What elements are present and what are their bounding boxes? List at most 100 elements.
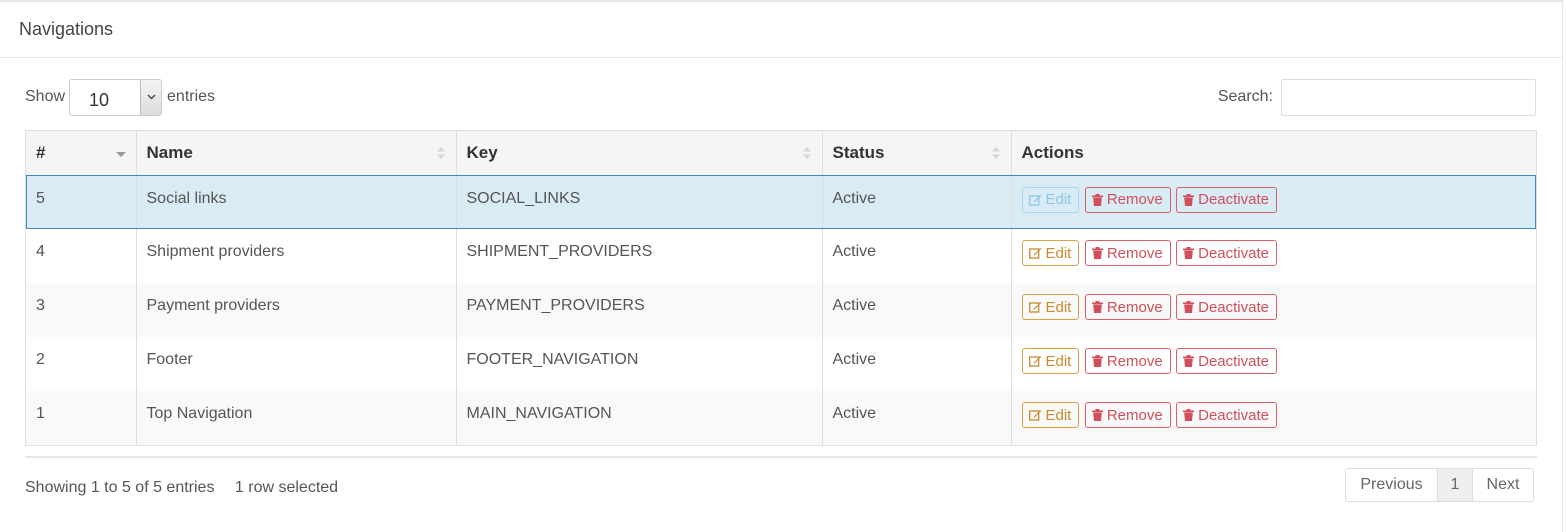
cell-name: Footer [136,337,457,391]
cell-name: Payment providers [136,283,457,337]
trash-icon [1091,247,1103,259]
remove-button[interactable]: Remove [1084,348,1171,374]
cell-key: FOOTER_NAVIGATION [456,337,823,391]
table-header-row: # Name Key Status Actions [26,131,1536,176]
cell-actions: Edit Remove Deactivate [1011,391,1536,445]
trash-icon [1183,193,1195,206]
column-header-key[interactable]: Key [456,131,823,176]
page-1-button[interactable]: 1 [1437,468,1473,502]
search-box: Search: [1218,78,1536,116]
length-menu: Show 10 entries [25,78,215,116]
cell-name: Shipment providers [136,229,457,283]
edit-icon [1028,302,1041,313]
edit-button[interactable]: Edit [1021,348,1080,374]
edit-label: Edit [1045,298,1072,316]
remove-button[interactable]: Remove [1084,402,1171,428]
navigations-panel: Navigations Show 10 entries Search: # Na… [0,0,1563,532]
deactivate-button[interactable]: Deactivate [1176,240,1277,266]
remove-label: Remove [1106,244,1163,262]
search-input[interactable] [1281,78,1536,116]
sort-both-icon [991,147,1000,159]
entries-label: entries [167,88,216,105]
table-toolbar: Show 10 entries Search: [25,78,1536,116]
edit-icon [1028,410,1041,421]
table-row[interactable]: 5 Social links SOCIAL_LINKS Active Edit … [26,175,1536,229]
navigations-table: # Name Key Status Actions 5 Social links… [25,130,1537,446]
cell-actions: Edit Remove Deactivate [1011,229,1536,283]
edit-button[interactable]: Edit [1021,186,1080,213]
cell-id: 4 [26,229,137,283]
table-row[interactable]: 1 Top Navigation MAIN_NAVIGATION Active … [26,391,1536,445]
deactivate-button[interactable]: Deactivate [1176,402,1277,428]
sort-desc-icon [115,152,126,157]
cell-status: Active [822,391,1012,445]
cell-key: SOCIAL_LINKS [456,175,823,229]
trash-icon [1183,355,1195,367]
column-header-name[interactable]: Name [136,131,457,176]
deactivate-label: Deactivate [1198,244,1269,262]
cell-id: 2 [26,337,137,391]
cell-name: Social links [136,175,457,229]
remove-label: Remove [1106,191,1163,208]
deactivate-button[interactable]: Deactivate [1176,186,1277,213]
deactivate-label: Deactivate [1198,352,1269,370]
cell-id: 3 [26,283,137,337]
remove-button[interactable]: Remove [1084,240,1171,266]
cell-actions: Edit Remove Deactivate [1011,175,1536,229]
entries-select[interactable]: 10 [69,78,163,116]
edit-icon [1028,248,1041,259]
remove-label: Remove [1106,352,1163,370]
footer-divider [25,456,1537,458]
edit-label: Edit [1045,406,1072,424]
remove-button[interactable]: Remove [1084,186,1171,213]
trash-icon [1091,409,1103,421]
previous-page-button[interactable]: Previous [1345,468,1438,502]
chevron-down-icon [140,79,162,115]
sort-both-icon [436,147,445,159]
cell-name: Top Navigation [136,391,457,445]
cell-status: Active [822,283,1012,337]
trash-icon [1183,247,1195,259]
deactivate-button[interactable]: Deactivate [1176,294,1277,320]
selection-info: 1 row selected [234,479,339,496]
edit-label: Edit [1045,244,1072,262]
edit-label: Edit [1045,191,1072,208]
cell-actions: Edit Remove Deactivate [1011,337,1536,391]
deactivate-label: Deactivate [1198,298,1269,316]
remove-button[interactable]: Remove [1084,294,1171,320]
edit-button[interactable]: Edit [1021,402,1080,428]
table-row[interactable]: 4 Shipment providers SHIPMENT_PROVIDERS … [26,229,1536,283]
cell-key: PAYMENT_PROVIDERS [456,283,823,337]
column-header-status[interactable]: Status [822,131,1012,176]
next-page-button[interactable]: Next [1472,468,1534,502]
cell-id: 5 [26,175,137,229]
cell-actions: Edit Remove Deactivate [1011,283,1536,337]
entries-info: Showing 1 to 5 of 5 entries [25,479,215,496]
panel-title: Navigations [0,2,1562,58]
column-header-actions: Actions [1011,131,1536,176]
edit-icon [1028,356,1041,367]
trash-icon [1091,193,1103,206]
sort-both-icon [802,147,811,159]
table-row[interactable]: 2 Footer FOOTER_NAVIGATION Active Edit R… [26,337,1536,391]
table-info: Showing 1 to 5 of 5 entries 1 row select… [25,479,338,497]
deactivate-label: Deactivate [1198,406,1269,424]
entries-select-value: 10 [89,89,110,110]
pagination: Previous 1 Next [1345,468,1534,502]
column-header-id[interactable]: # [26,131,137,176]
cell-id: 1 [26,391,137,445]
cell-key: SHIPMENT_PROVIDERS [456,229,823,283]
edit-label: Edit [1045,352,1072,370]
search-label: Search: [1217,88,1273,105]
remove-label: Remove [1106,406,1163,424]
edit-button[interactable]: Edit [1021,294,1080,320]
trash-icon [1091,355,1103,367]
edit-button[interactable]: Edit [1021,240,1080,266]
deactivate-label: Deactivate [1198,191,1269,208]
cell-status: Active [822,175,1012,229]
remove-label: Remove [1106,298,1163,316]
cell-key: MAIN_NAVIGATION [456,391,823,445]
table-row[interactable]: 3 Payment providers PAYMENT_PROVIDERS Ac… [26,283,1536,337]
deactivate-button[interactable]: Deactivate [1176,348,1277,374]
show-label: Show [25,88,66,105]
